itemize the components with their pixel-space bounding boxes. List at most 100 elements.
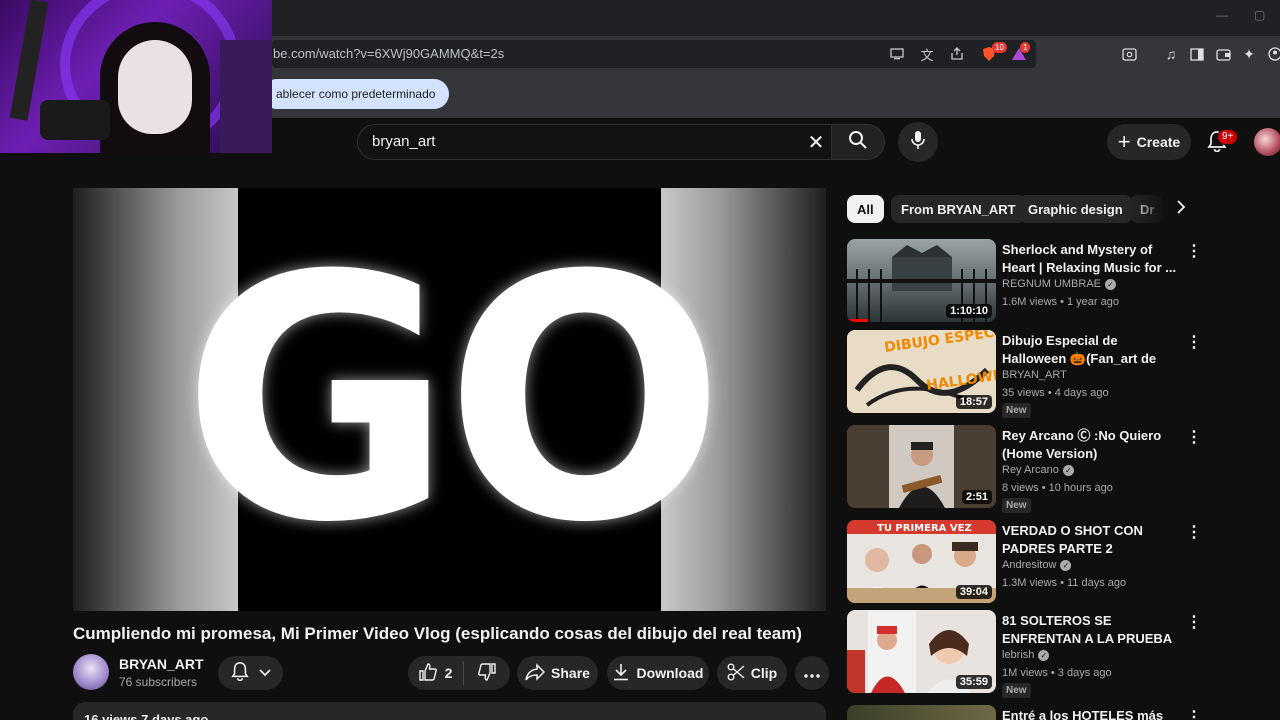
more-vertical-icon[interactable]: ⋮: [1186, 522, 1202, 542]
account-icon[interactable]: [1266, 45, 1280, 63]
video-duration: 39:04: [955, 585, 992, 599]
video-thumbnail[interactable]: TU PRIMERA VEZ 39:04: [847, 520, 996, 603]
subscription-bell-button[interactable]: [218, 656, 283, 690]
video-duration: 18:57: [955, 395, 992, 409]
chip-from-channel[interactable]: From BRYAN_ART: [891, 195, 1026, 223]
download-button[interactable]: Download: [607, 656, 709, 690]
plus-icon: +: [1117, 129, 1131, 154]
recommendation-meta: 1.3M views • 11 days ago: [1002, 577, 1127, 589]
create-button[interactable]: + Create: [1107, 124, 1191, 160]
like-dislike-group: 2: [408, 656, 510, 690]
chip-label: Graphic design: [1028, 201, 1123, 217]
search-query[interactable]: bryan_art: [372, 133, 435, 150]
chips-next-button[interactable]: [1168, 196, 1194, 222]
verified-icon: ✓: [1062, 464, 1074, 476]
recommendation-title[interactable]: VERDAD O SHOT CON PADRES PARTE 2 ANDRESI…: [1002, 522, 1180, 558]
search-button[interactable]: [831, 124, 885, 160]
address-url[interactable]: be.com/watch?v=6XWj90GAMMQ&t=2s: [273, 46, 504, 61]
scissors-icon: [727, 663, 745, 684]
screenshot-icon[interactable]: [1120, 45, 1138, 63]
recommendation-item[interactable]: 2:51 Rey Arcano Ⓒ :No Quiero (Home Versi…: [847, 425, 1207, 513]
more-actions-button[interactable]: [795, 656, 829, 690]
more-vertical-icon[interactable]: ⋮: [1186, 241, 1202, 261]
video-thumbnail[interactable]: 35:59: [847, 610, 996, 693]
share-label: Share: [551, 665, 590, 681]
recommendation-channel[interactable]: REGNUM UMBRAE ✓: [1002, 278, 1117, 290]
chevron-right-icon: [1176, 199, 1186, 219]
recommendation-meta: 8 views • 10 hours ago: [1002, 482, 1113, 494]
recommendation-title[interactable]: Dibujo Especial de Halloween 🎃(Fan_art d…: [1002, 332, 1180, 368]
leo-ai-icon[interactable]: ✦: [1240, 45, 1258, 63]
voice-search-button[interactable]: [898, 122, 938, 162]
video-thumbnail[interactable]: DIBUJO ESPECIAL HALLOWEEN 18:57: [847, 330, 996, 413]
search-icon: [848, 130, 868, 155]
notification-count-badge: 9+: [1217, 129, 1239, 145]
maximize-icon[interactable]: ▢: [1254, 8, 1265, 22]
video-duration: 35:59: [955, 675, 992, 689]
recommendation-item[interactable]: Entré a los HOTELES más ⋮: [847, 705, 1207, 720]
create-label: Create: [1136, 134, 1181, 150]
minimize-icon[interactable]: —: [1216, 8, 1228, 22]
new-badge: New: [1002, 683, 1031, 698]
recommendation-channel[interactable]: BRYAN_ART: [1002, 369, 1067, 381]
channel-label: Andresitow: [1002, 559, 1057, 571]
translate-icon[interactable]: 文: [918, 45, 936, 63]
video-frame: GO: [181, 188, 725, 611]
more-vertical-icon[interactable]: ⋮: [1186, 707, 1202, 720]
streamer-webcam: [0, 0, 272, 153]
like-button[interactable]: 2: [408, 661, 464, 685]
clip-button[interactable]: Clip: [717, 656, 787, 690]
clear-search-icon[interactable]: ✕: [804, 130, 828, 154]
chevron-down-icon: [258, 664, 271, 682]
media-music-icon[interactable]: ♫: [1162, 45, 1180, 63]
video-thumbnail[interactable]: 2:51: [847, 425, 996, 508]
wallet-icon[interactable]: [1214, 45, 1232, 63]
video-duration: 2:51: [961, 490, 992, 504]
watch-progress-bar: [847, 319, 868, 322]
video-player[interactable]: GO: [73, 188, 826, 611]
recommendation-item[interactable]: 1:10:10 Sherlock and Mystery of Heart | …: [847, 239, 1207, 324]
verified-icon: ✓: [1038, 649, 1050, 661]
recommendation-channel[interactable]: lebrish ✓: [1002, 649, 1050, 661]
set-default-label: ablecer como predeterminado: [276, 87, 436, 101]
recommendation-channel[interactable]: Andresitow ✓: [1002, 559, 1072, 571]
recommendation-channel[interactable]: Rey Arcano ✓: [1002, 464, 1074, 476]
share-button[interactable]: Share: [517, 656, 598, 690]
recommendation-item[interactable]: DIBUJO ESPECIAL HALLOWEEN 18:57 Dibujo E…: [847, 330, 1207, 418]
video-frame-text: GO: [181, 203, 725, 596]
user-avatar[interactable]: [1254, 128, 1280, 156]
channel-label: BRYAN_ART: [1002, 369, 1067, 381]
microphone: [40, 100, 110, 140]
cast-icon[interactable]: [888, 45, 906, 63]
video-thumbnail[interactable]: 1:10:10: [847, 239, 996, 322]
recommendation-title[interactable]: 81 SOLTEROS SE ENFRENTAN A LA PRUEBA DEL…: [1002, 612, 1180, 648]
recommendation-title[interactable]: Sherlock and Mystery of Heart | Relaxing…: [1002, 241, 1180, 276]
video-thumbnail[interactable]: [847, 705, 996, 720]
video-duration: 1:10:10: [946, 304, 992, 318]
clip-label: Clip: [750, 665, 778, 681]
recommendation-item[interactable]: TU PRIMERA VEZ 39:04 VERDAD O SHOT CON P…: [847, 520, 1207, 605]
chip-graphic-design[interactable]: Graphic design: [1018, 195, 1133, 223]
verified-icon: ✓: [1105, 278, 1117, 290]
channel-name[interactable]: BRYAN_ART: [119, 656, 204, 672]
channel-label: lebrish: [1002, 649, 1035, 661]
recommendation-title[interactable]: Rey Arcano Ⓒ :No Quiero (Home Version): [1002, 427, 1180, 462]
recommendation-meta: 1M views • 3 days ago: [1002, 667, 1112, 679]
more-vertical-icon[interactable]: ⋮: [1186, 332, 1202, 352]
chip-all[interactable]: All: [847, 195, 884, 223]
sidebar-icon[interactable]: [1188, 45, 1206, 63]
dislike-button[interactable]: [464, 662, 510, 684]
thumbs-down-icon: [478, 662, 496, 684]
share-page-icon[interactable]: [948, 45, 966, 63]
chip-fade: [1128, 190, 1168, 228]
recommendation-item[interactable]: 35:59 81 SOLTEROS SE ENFRENTAN A LA PRUE…: [847, 610, 1207, 698]
more-vertical-icon[interactable]: ⋮: [1186, 427, 1202, 447]
verified-icon: ✓: [1060, 559, 1072, 571]
recommendation-title[interactable]: Entré a los HOTELES más: [1002, 707, 1180, 720]
more-vertical-icon[interactable]: ⋮: [1186, 612, 1202, 632]
set-default-button[interactable]: ablecer como predeterminado: [262, 79, 450, 109]
chip-label: From BRYAN_ART: [901, 201, 1016, 217]
view-stats: 16 views 7 days ago: [84, 712, 209, 720]
download-label: Download: [636, 665, 704, 681]
channel-avatar[interactable]: [73, 654, 109, 690]
